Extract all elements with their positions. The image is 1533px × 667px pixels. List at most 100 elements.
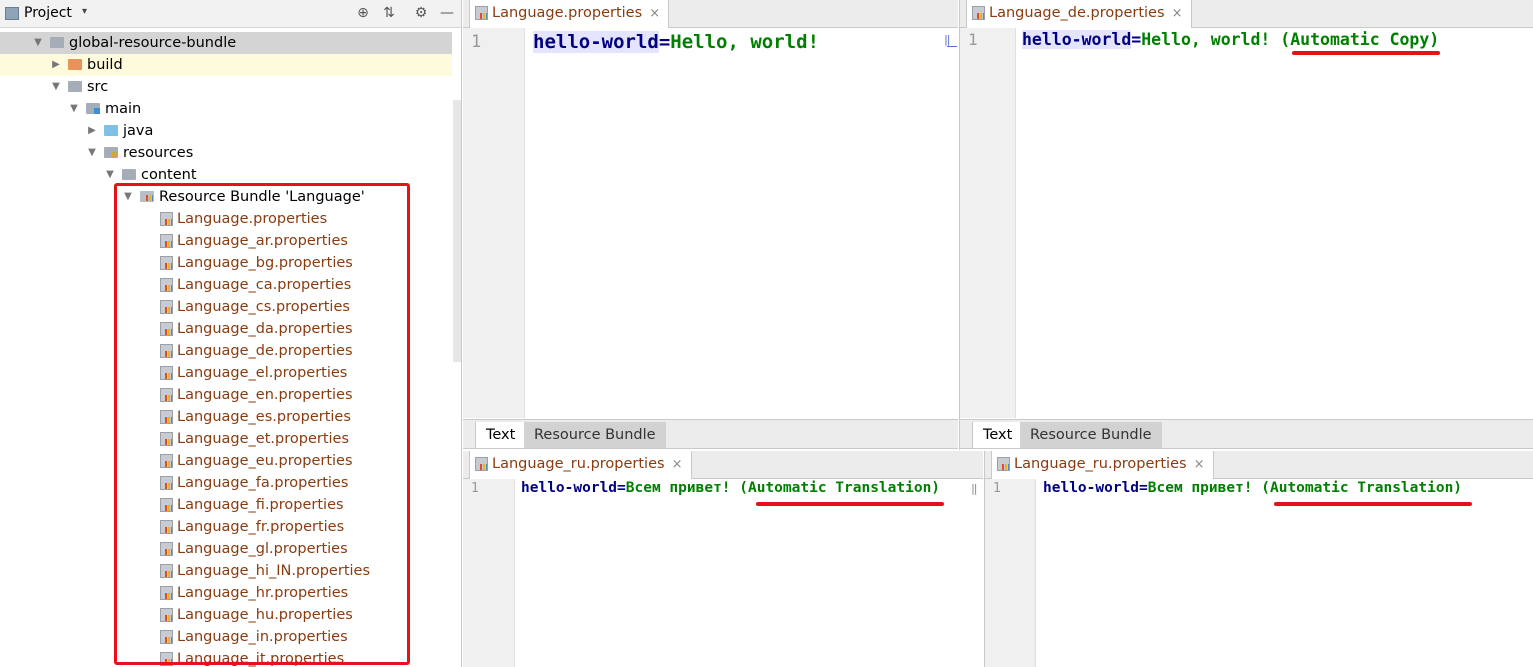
tree-item-label: Language.properties — [177, 211, 328, 227]
tree-item-main[interactable]: ▼ main — [0, 98, 452, 120]
collapse-all-icon[interactable]: ⇅ — [380, 4, 398, 22]
tree-item-file[interactable]: Language_de.properties — [0, 340, 452, 362]
tree-item-label: Language_it.properties — [177, 651, 345, 667]
tab-label: Language_de.properties — [989, 5, 1165, 21]
tree-item-file[interactable]: Language_hr.properties — [0, 582, 452, 604]
tree-item-file[interactable]: Language_cs.properties — [0, 296, 452, 318]
tree-item-label: Language_de.properties — [177, 343, 353, 359]
tree-item-build[interactable]: ▶ build — [0, 54, 452, 76]
expand-arrow-icon[interactable]: ▼ — [104, 164, 116, 186]
line-gutter: 1 — [960, 28, 1016, 418]
tree-item-file[interactable]: Language_fr.properties — [0, 516, 452, 538]
expand-arrow-icon[interactable]: ▼ — [68, 98, 80, 120]
tree-item-file[interactable]: Language_gl.properties — [0, 538, 452, 560]
tree-item-file[interactable]: Language.properties — [0, 208, 452, 230]
property-value: Всем привет! (Automatic Translation) — [1147, 480, 1463, 496]
tree-item-resources[interactable]: ▼ resources — [0, 142, 452, 164]
close-icon[interactable]: × — [1172, 0, 1183, 27]
project-icon — [5, 7, 19, 20]
tree-item-file[interactable]: Language_fi.properties — [0, 494, 452, 516]
collapse-arrow-icon[interactable]: ▶ — [86, 120, 98, 142]
tree-item-file[interactable]: Language_bg.properties — [0, 252, 452, 274]
tree-item-content[interactable]: ▼ content — [0, 164, 452, 186]
tree-item-file[interactable]: Language_in.properties — [0, 626, 452, 648]
tree-item-file[interactable]: Language_ar.properties — [0, 230, 452, 252]
tab-label: Language.properties — [492, 5, 643, 21]
equals-sign: = — [617, 480, 626, 496]
collapse-arrow-icon[interactable]: ▶ — [50, 54, 62, 76]
code-line[interactable]: hello-world=Всем привет! (Automatic Tran… — [1043, 480, 1462, 496]
properties-file-icon — [160, 366, 173, 380]
scroll-marker-icon: ‖ — [971, 482, 978, 495]
expand-arrow-icon[interactable]: ▼ — [122, 186, 134, 208]
expand-arrow-icon[interactable]: ▼ — [32, 32, 44, 54]
folder-icon — [104, 125, 118, 136]
tree-scrollbar[interactable] — [453, 100, 461, 362]
expand-arrow-icon[interactable]: ▼ — [86, 142, 98, 164]
project-tool-window: Project ▾ ⊕ ⇅ ⚙ — ▼ global-resource-bund… — [0, 0, 462, 667]
equals-sign: = — [1139, 480, 1148, 496]
tab-resource-bundle[interactable]: Resource Bundle — [524, 422, 666, 448]
tab-resource-bundle[interactable]: Resource Bundle — [1020, 422, 1162, 448]
editor-tab-bar: Language.properties × — [463, 0, 958, 28]
line-gutter: 1 — [463, 479, 515, 667]
properties-file-icon — [160, 212, 173, 226]
tab-language-ru-properties[interactable]: Language_ru.properties × — [469, 451, 692, 479]
tree-item-file[interactable]: Language_hi_IN.properties — [0, 560, 452, 582]
tree-item-src[interactable]: ▼ src — [0, 76, 452, 98]
project-title[interactable]: Project — [24, 5, 72, 21]
resource-bundle-icon — [140, 191, 154, 202]
tree-item-file[interactable]: Language_es.properties — [0, 406, 452, 428]
tab-text[interactable]: Text — [972, 422, 1024, 448]
close-icon[interactable]: × — [649, 0, 660, 27]
tab-language-ru-properties[interactable]: Language_ru.properties × — [991, 451, 1214, 479]
close-icon[interactable]: × — [672, 451, 683, 478]
tree-item-file[interactable]: Language_eu.properties — [0, 450, 452, 472]
tab-text[interactable]: Text — [475, 422, 527, 448]
properties-file-icon — [160, 586, 173, 600]
tree-item-label: Language_el.properties — [177, 365, 348, 381]
properties-file-icon — [160, 410, 173, 424]
tree-item-file[interactable]: Language_et.properties — [0, 428, 452, 450]
properties-file-icon — [160, 278, 173, 292]
equals-sign: = — [658, 31, 671, 53]
tree-item-file[interactable]: Language_el.properties — [0, 362, 452, 384]
editor-bottom-left: Language_ru.properties × 1 hello-world=В… — [463, 451, 983, 667]
code-line[interactable]: hello-world=Hello, world! (Automatic Cop… — [1022, 30, 1439, 49]
editor-top-right: Language_de.properties × 1 hello-world=H… — [959, 0, 1533, 450]
tab-language-de-properties[interactable]: Language_de.properties × — [966, 0, 1192, 28]
tree-item-file[interactable]: Language_it.properties — [0, 648, 452, 667]
properties-file-icon — [475, 6, 488, 20]
tree-item-label: Language_fa.properties — [177, 475, 349, 491]
hide-icon[interactable]: — — [438, 4, 456, 22]
properties-file-icon — [160, 344, 173, 358]
code-line[interactable]: hello-world=Hello, world! — [533, 31, 819, 53]
line-number: 1 — [471, 32, 482, 52]
tree-item-global-resource-bundle[interactable]: ▼ global-resource-bundle — [0, 32, 452, 54]
tree-item-file[interactable]: Language_ca.properties — [0, 274, 452, 296]
line-gutter: 1 — [463, 28, 525, 418]
folder-icon — [122, 169, 136, 180]
tab-language-properties[interactable]: Language.properties × — [469, 0, 670, 28]
code-line[interactable]: hello-world=Всем привет! (Automatic Tran… — [521, 480, 940, 496]
expand-arrow-icon[interactable]: ▼ — [50, 76, 62, 98]
annotation-underline — [1292, 51, 1440, 55]
tree-item-label: Language_gl.properties — [177, 541, 348, 557]
chevron-down-icon[interactable]: ▾ — [82, 6, 87, 17]
tree-item-java[interactable]: ▶ java — [0, 120, 452, 142]
tree-item-file[interactable]: Language_en.properties — [0, 384, 452, 406]
properties-file-icon — [160, 542, 173, 556]
tree-item-file[interactable]: Language_fa.properties — [0, 472, 452, 494]
tree-item-label: Language_da.properties — [177, 321, 353, 337]
properties-file-icon — [475, 457, 488, 471]
properties-file-icon — [160, 256, 173, 270]
properties-file-icon — [160, 608, 173, 622]
tree-item-file[interactable]: Language_da.properties — [0, 318, 452, 340]
tree-item-label: Language_cs.properties — [177, 299, 350, 315]
gear-icon[interactable]: ⚙ — [412, 4, 430, 22]
close-icon[interactable]: × — [1194, 451, 1205, 478]
scroll-from-source-icon[interactable]: ⊕ — [354, 4, 372, 22]
tree-item-file[interactable]: Language_hu.properties — [0, 604, 452, 626]
tree-item-resource-bundle[interactable]: ▼ Resource Bundle 'Language' — [0, 186, 452, 208]
editor-tab-bar: Language_ru.properties × — [463, 451, 983, 479]
